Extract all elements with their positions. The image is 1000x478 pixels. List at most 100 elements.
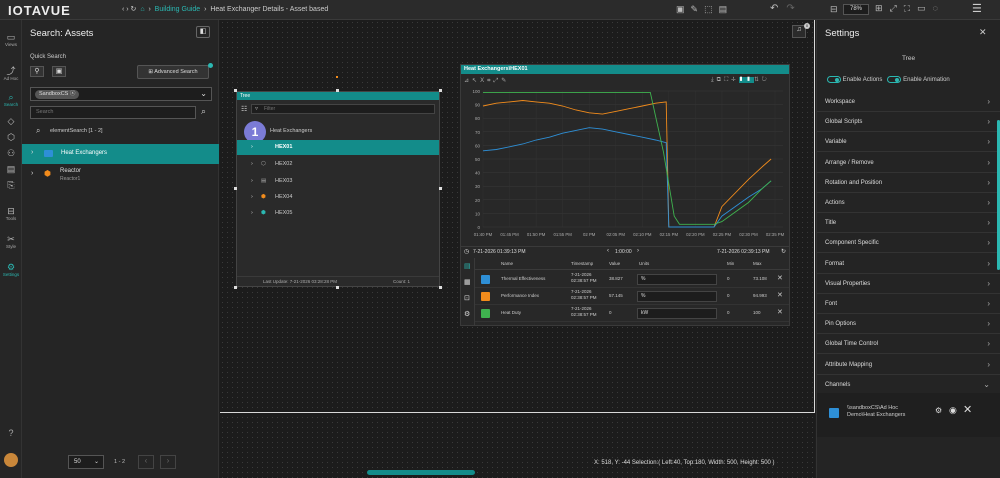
trend-widget[interactable]: Heat Exchangers\HEX01 ⊿↖X⌗⤢✎ ⤓⧉⛶✛▮▮⇅↻ 10… bbox=[460, 64, 790, 326]
channel-settings-icon[interactable]: ⚙ bbox=[935, 406, 942, 415]
list-icon[interactable]: ☷ bbox=[241, 105, 247, 113]
tree-filter-input[interactable]: Filter bbox=[251, 104, 435, 114]
search-icon[interactable]: ⌕ bbox=[201, 106, 206, 117]
briefcase-icon[interactable]: ▣ bbox=[676, 4, 691, 14]
avatar[interactable] bbox=[4, 453, 18, 467]
settings-section-channels[interactable]: Channels ⌄ bbox=[817, 375, 1000, 395]
settings-section-format[interactable]: Format › bbox=[817, 254, 1000, 274]
help-icon[interactable]: ? bbox=[0, 428, 22, 438]
fit-icon[interactable]: ⤢ bbox=[890, 3, 904, 13]
result-item-reactor[interactable]: › ⬢ Reactor Reactor1 bbox=[22, 165, 219, 185]
settings-section-variable[interactable]: Variable › bbox=[817, 132, 1000, 153]
rail-item-tool-3[interactable]: ◇ bbox=[0, 116, 22, 126]
zoom-level[interactable]: 78% bbox=[843, 4, 869, 15]
pen-icon[interactable]: ✎ bbox=[501, 78, 509, 84]
rail-item-search[interactable]: ⌕ Search bbox=[0, 92, 22, 107]
time-reset-icon[interactable]: ↻ bbox=[781, 248, 786, 255]
tree-item-hex01[interactable]: › HEX01 bbox=[237, 140, 439, 155]
rail-item-tools[interactable]: ⊟ Tools bbox=[0, 206, 22, 221]
rail-item-tool-6[interactable]: ▤ bbox=[0, 164, 22, 174]
close-icon[interactable]: ✕ bbox=[979, 27, 987, 38]
remove-chip-icon[interactable]: ⓧ bbox=[70, 91, 76, 97]
rail-item-views[interactable]: ▭ Views bbox=[0, 32, 22, 47]
remove-series-icon[interactable]: ✕ bbox=[777, 291, 783, 299]
units-input[interactable]: kW bbox=[637, 308, 717, 319]
settings-section-visual-properties[interactable]: Visual Properties › bbox=[817, 274, 1000, 294]
settings-gear-icon[interactable]: ⚙ bbox=[464, 310, 470, 318]
crosshair-icon[interactable]: ✛ bbox=[731, 77, 739, 83]
undo-icon[interactable]: ↶ bbox=[770, 3, 786, 14]
chart-type-icon[interactable]: ⊿ bbox=[464, 78, 472, 84]
zoom-out-icon[interactable]: ⊟ bbox=[830, 4, 838, 15]
remove-channel-icon[interactable]: ✕ bbox=[963, 403, 972, 416]
chat-icon[interactable]: ◌ bbox=[933, 3, 945, 13]
horizontal-scrollbar[interactable] bbox=[367, 470, 475, 475]
chevron-right-icon[interactable]: › bbox=[251, 190, 253, 205]
tree-root[interactable]: Heat Exchangers bbox=[237, 124, 439, 139]
breadcrumb-building-guide[interactable]: Building Guide bbox=[155, 6, 201, 13]
save-icon[interactable]: ▤ bbox=[719, 4, 734, 14]
page-size-select[interactable]: 50 ⌄ bbox=[68, 455, 104, 469]
time-back-icon[interactable]: ‹ bbox=[607, 248, 609, 254]
monitor-icon[interactable]: ▭ bbox=[917, 3, 933, 13]
result-item-heat-exchangers[interactable]: › Heat Exchangers bbox=[22, 144, 219, 164]
series-color-swatch[interactable] bbox=[481, 275, 490, 284]
collapse-panel-icon[interactable]: ◧ bbox=[196, 26, 210, 38]
enable-actions-toggle[interactable] bbox=[827, 76, 841, 83]
rail-item-style[interactable]: ✂ Style bbox=[0, 234, 22, 249]
home-icon[interactable]: ⌂ bbox=[140, 6, 144, 13]
enable-animation-toggle[interactable] bbox=[887, 76, 902, 83]
rail-item-tool-4[interactable]: ⬡ bbox=[0, 132, 22, 142]
cursor-icon[interactable]: ↖ bbox=[472, 78, 480, 84]
quick-search-image-icon[interactable]: ▣ bbox=[52, 66, 66, 77]
table-view-icon[interactable]: ▤ bbox=[464, 262, 471, 270]
chevron-right-icon[interactable]: › bbox=[251, 140, 253, 155]
columns-icon[interactable]: ⊡ bbox=[464, 294, 470, 302]
channel-color-swatch[interactable] bbox=[829, 408, 839, 418]
start-time[interactable]: 7-21-2026 01:39:13 PM bbox=[473, 249, 526, 255]
tree-widget[interactable]: Tree ☷ Filter ▿ Heat Exchangers 1 › HEX0… bbox=[236, 91, 440, 287]
rail-item-ad-hoc[interactable]: ⤴ Ad Hoc bbox=[0, 66, 22, 81]
rail-item-tool-7[interactable]: ⎘ bbox=[0, 180, 22, 190]
database-select[interactable]: SandboxCS ⓧ ⌄ bbox=[30, 87, 212, 101]
quick-search-element-icon[interactable]: ⚲ bbox=[30, 66, 44, 77]
tree-item-hex02[interactable]: › ⬡ HEX02 bbox=[237, 157, 439, 172]
remove-series-icon[interactable]: ✕ bbox=[777, 308, 783, 316]
settings-section-attribute-mapping[interactable]: Attribute Mapping › bbox=[817, 355, 1000, 375]
settings-section-workspace[interactable]: Workspace › bbox=[817, 92, 1000, 112]
table-row[interactable]: Heat Duty 7-21-2026 02:38:57 PM 0 0 100 kW ✕ bbox=[475, 305, 789, 322]
tree-item-hex03[interactable]: › ▤ HEX03 bbox=[237, 174, 439, 189]
units-input[interactable]: % bbox=[637, 291, 717, 302]
settings-section-global-scripts[interactable]: Global Scripts › bbox=[817, 112, 1000, 133]
search-input[interactable]: Search bbox=[30, 106, 196, 119]
zoom-in-icon[interactable]: ⊞ bbox=[875, 3, 890, 13]
chevron-right-icon[interactable]: › bbox=[251, 157, 253, 172]
settings-section-component-specific[interactable]: Component Specific › bbox=[817, 233, 1000, 254]
visibility-icon[interactable]: ◉ bbox=[949, 405, 957, 416]
chevron-right-icon[interactable]: › bbox=[31, 170, 33, 177]
grid-icon[interactable]: ▦ bbox=[464, 278, 471, 286]
calendar-icon[interactable]: ◷ bbox=[464, 248, 469, 255]
expand-icon[interactable]: ⛶ bbox=[904, 3, 917, 13]
settings-section-arrange-remove[interactable]: Arrange / Remove › bbox=[817, 153, 1000, 173]
reset-icon[interactable]: ↻ bbox=[762, 77, 770, 83]
chevron-down-icon[interactable]: ⌄ bbox=[200, 89, 207, 98]
cube-icon[interactable]: ⬚ bbox=[704, 4, 719, 14]
settings-section-font[interactable]: Font › bbox=[817, 294, 1000, 314]
series-color-swatch[interactable] bbox=[481, 309, 490, 318]
rotation-handle[interactable] bbox=[336, 76, 338, 78]
table-row[interactable]: Performance Index 7-21-2026 02:38:57 PM 57… bbox=[475, 288, 789, 305]
settings-section-rotation-and-position[interactable]: Rotation and Position › bbox=[817, 173, 1000, 193]
advanced-search-button[interactable]: ⊞ Advanced Search bbox=[137, 65, 209, 79]
tree-item-hex05[interactable]: › ⬢ HEX05 bbox=[237, 206, 439, 221]
table-row[interactable]: Thermal Effectiveness 7-21-2026 02:38:57 … bbox=[475, 271, 789, 288]
rail-item-tool-5[interactable]: ⚇ bbox=[0, 148, 22, 158]
sort-icon[interactable]: ⇅ bbox=[754, 77, 762, 83]
units-input[interactable]: % bbox=[637, 274, 717, 285]
layout-icon[interactable]: ▮▮ bbox=[738, 77, 754, 83]
end-time[interactable]: 7-21-2026 02:39:13 PM bbox=[717, 249, 770, 255]
settings-section-title[interactable]: Title › bbox=[817, 213, 1000, 234]
prev-page-button[interactable]: ‹ bbox=[138, 455, 154, 469]
edit-icon[interactable]: ✎ bbox=[691, 4, 705, 14]
rail-item-settings[interactable]: ⚙ Settings bbox=[0, 262, 22, 277]
